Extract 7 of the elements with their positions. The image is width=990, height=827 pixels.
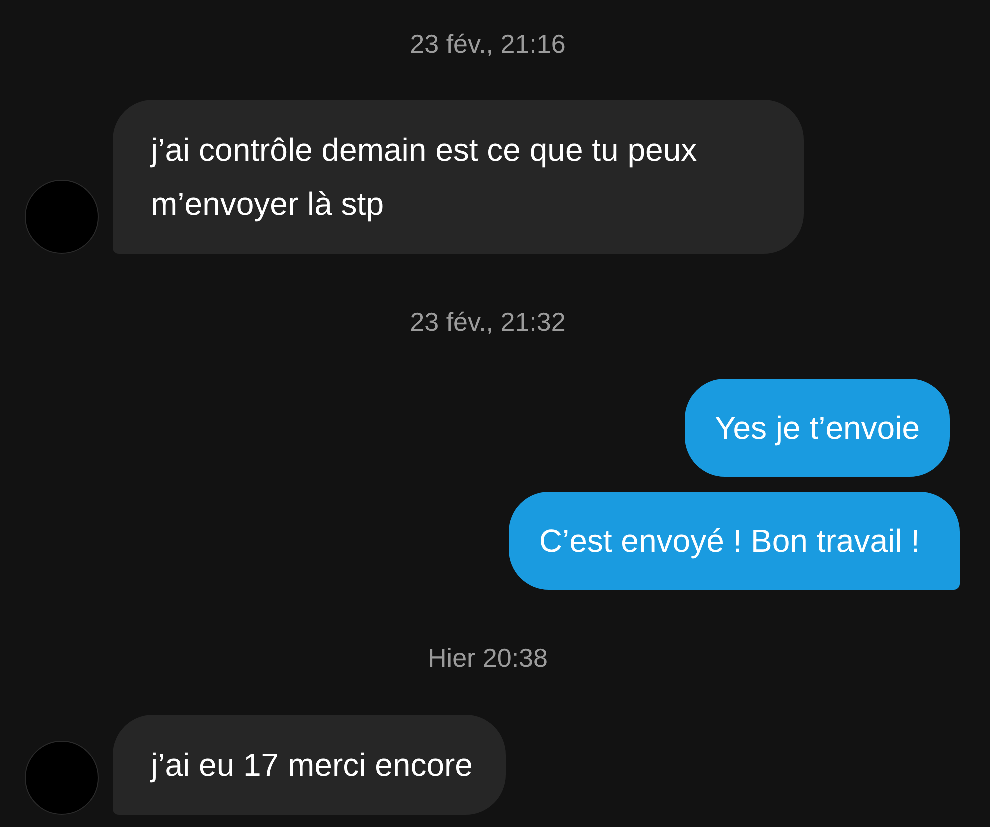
timestamp: 23 fév., 21:32	[409, 307, 567, 337]
sent-message: Yes je t’envoie	[684, 379, 950, 477]
sent-message: C’est envoyé ! Bon travail !	[509, 492, 960, 590]
timestamp: 23 fév., 21:16	[409, 29, 567, 59]
timestamp: Hier 20:38	[427, 643, 549, 673]
received-message: j’ai contrôle demain est ce que tu peux m’envoyer là stp	[113, 100, 804, 254]
received-message: j’ai eu 17 merci encore	[113, 715, 506, 815]
